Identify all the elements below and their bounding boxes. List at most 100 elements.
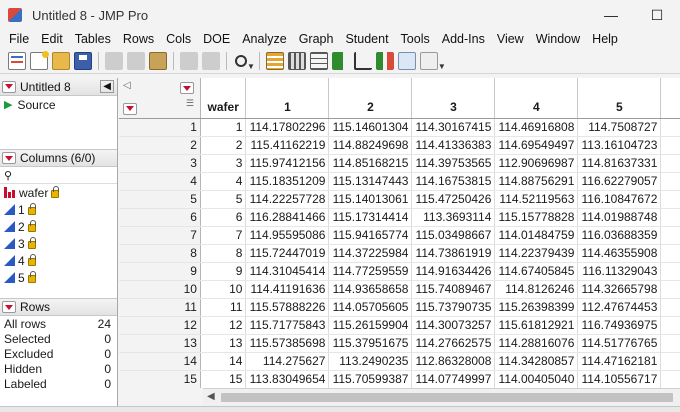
collapse-arrow-icon[interactable]: ◁ bbox=[123, 80, 131, 91]
table-cell[interactable]: 114.73861919 bbox=[411, 244, 496, 263]
fit-y-by-x-icon[interactable] bbox=[353, 51, 372, 70]
table-cell[interactable]: 114.41191636 bbox=[245, 280, 330, 299]
magnifier-icon[interactable] bbox=[235, 54, 247, 67]
rows-stat-labeled[interactable]: Labeled 0 bbox=[0, 376, 117, 391]
table-cell[interactable]: 115.74089467 bbox=[411, 280, 496, 299]
menu-doe[interactable]: DOE bbox=[197, 32, 236, 46]
table-cell[interactable]: 1 bbox=[200, 118, 247, 137]
column-item-wafer[interactable]: wafer bbox=[0, 184, 117, 201]
bar-chart-icon[interactable] bbox=[331, 51, 350, 70]
columns-panel-header[interactable]: Columns (6/0) bbox=[0, 149, 117, 167]
table-cell[interactable]: 114.22379439 bbox=[494, 244, 579, 263]
red-triangle-menu-icon[interactable] bbox=[2, 301, 16, 313]
table-cell[interactable]: 114.16753815 bbox=[411, 172, 496, 191]
menu-add-ins[interactable]: Add-Ins bbox=[436, 32, 491, 46]
table-cell[interactable]: 115.37951675 bbox=[328, 334, 413, 353]
table-cell[interactable]: 115.57385698 bbox=[245, 334, 330, 353]
row-number[interactable]: 15 bbox=[119, 370, 201, 388]
table-row[interactable]: 15 15 113.83049654 115.70599387 114.07749997… bbox=[119, 370, 680, 388]
table-cell[interactable]: 115.97412156 bbox=[245, 154, 330, 173]
table-cell[interactable]: 114.37225984 bbox=[328, 244, 413, 263]
table-cell[interactable]: 115.14013061 bbox=[328, 190, 413, 209]
table-cell[interactable]: 114.93658658 bbox=[328, 280, 413, 299]
table-cell[interactable]: 115.41162219 bbox=[245, 136, 330, 155]
table-cell[interactable]: 114.77259559 bbox=[328, 262, 413, 281]
minimize-button[interactable]: — bbox=[588, 0, 634, 30]
red-triangle-menu-icon[interactable] bbox=[2, 80, 16, 93]
row-header-corner[interactable]: ◁ ☰ bbox=[119, 78, 201, 119]
table-cell[interactable]: 114.28816076 bbox=[494, 334, 579, 353]
chevron-down-icon[interactable]: ▼ bbox=[438, 62, 446, 71]
table-cell[interactable]: 114.17802296 bbox=[245, 118, 330, 137]
table-cell[interactable]: 114.85168215 bbox=[328, 154, 413, 173]
row-number[interactable]: 11 bbox=[119, 298, 201, 317]
row-number[interactable]: 9 bbox=[119, 262, 201, 281]
paste-icon[interactable] bbox=[149, 51, 167, 70]
table-cell[interactable]: 114.46916808 bbox=[494, 118, 579, 137]
column-header-wafer[interactable]: wafer bbox=[200, 78, 247, 119]
table-cell[interactable]: 114.8126246 bbox=[494, 280, 579, 299]
table-cell[interactable]: 115.73790735 bbox=[411, 298, 496, 317]
table-cell[interactable]: 114.01484759 bbox=[494, 226, 579, 245]
column-header-1[interactable]: 1 bbox=[245, 78, 330, 119]
menu-help[interactable]: Help bbox=[586, 32, 624, 46]
table-row[interactable]: 14 14 114.275627 113.2490235 112.86328008 114… bbox=[119, 352, 680, 371]
table-cell[interactable]: 112.90696987 bbox=[494, 154, 579, 173]
row-number[interactable]: 7 bbox=[119, 226, 201, 245]
menu-window[interactable]: Window bbox=[530, 32, 586, 46]
menu-edit[interactable]: Edit bbox=[35, 32, 69, 46]
table-cell[interactable]: 112.47674453 bbox=[577, 298, 662, 317]
column-item-4[interactable]: 4 bbox=[0, 252, 117, 269]
column-item-1[interactable]: 1 bbox=[0, 201, 117, 218]
table-cell[interactable]: 4 bbox=[200, 172, 247, 191]
scroll-left-icon[interactable]: ◀ bbox=[207, 391, 215, 402]
table-row[interactable]: 12 12 115.71775843 115.26159904 114.30073257… bbox=[119, 316, 680, 335]
data-table-icon[interactable] bbox=[265, 51, 284, 70]
table-cell[interactable]: 115.17314414 bbox=[328, 208, 413, 227]
table-cell[interactable]: 116.03688359 bbox=[577, 226, 662, 245]
table-cell[interactable]: 6 bbox=[200, 208, 247, 227]
table-cell[interactable]: 113.2490235 bbox=[328, 352, 413, 371]
table-cell[interactable]: 115.70599387 bbox=[328, 370, 413, 388]
column-header-5[interactable]: 5 bbox=[577, 78, 662, 119]
table-cell[interactable]: 114.275627 bbox=[245, 352, 330, 371]
table-cell[interactable]: 115.57888226 bbox=[245, 298, 330, 317]
table-cell[interactable]: 114.34280857 bbox=[494, 352, 579, 371]
menu-tools[interactable]: Tools bbox=[395, 32, 436, 46]
source-script-row[interactable]: ▶ Source bbox=[0, 96, 117, 113]
menu-student[interactable]: Student bbox=[339, 32, 394, 46]
table-cell[interactable]: 115.26398399 bbox=[494, 298, 579, 317]
rows-stat-selected[interactable]: Selected 0 bbox=[0, 331, 117, 346]
table-cell[interactable]: 9 bbox=[200, 262, 247, 281]
graph-builder-icon[interactable] bbox=[397, 51, 416, 70]
table-cell[interactable]: 7 bbox=[200, 226, 247, 245]
rows-stat-excluded[interactable]: Excluded 0 bbox=[0, 346, 117, 361]
table-cell[interactable]: 116.62279057 bbox=[577, 172, 662, 191]
row-number[interactable]: 10 bbox=[119, 280, 201, 299]
table-cell[interactable]: 114.41336383 bbox=[411, 136, 496, 155]
table-cell[interactable]: 114.22257728 bbox=[245, 190, 330, 209]
table-row[interactable]: 5 5 114.22257728 115.14013061 115.47250426 11… bbox=[119, 190, 680, 209]
table-cell[interactable]: 114.10556717 bbox=[577, 370, 662, 388]
script-pencil-icon[interactable] bbox=[419, 51, 438, 70]
table-cell[interactable]: 115.72447019 bbox=[245, 244, 330, 263]
table-row[interactable]: 9 9 114.31045414 114.77259559 114.91634426 11… bbox=[119, 262, 680, 281]
chevron-down-icon[interactable]: ▼ bbox=[247, 62, 255, 71]
column-header-3[interactable]: 3 bbox=[411, 78, 496, 119]
table-cell[interactable]: 3 bbox=[200, 154, 247, 173]
table-cell[interactable]: 114.52119563 bbox=[494, 190, 579, 209]
table-cell[interactable]: 116.11329043 bbox=[577, 262, 662, 281]
row-number[interactable]: 13 bbox=[119, 334, 201, 353]
table-cell[interactable]: 115.14601304 bbox=[328, 118, 413, 137]
table-cell[interactable]: 8 bbox=[200, 244, 247, 263]
column-header-2[interactable]: 2 bbox=[328, 78, 413, 119]
table-cell[interactable]: 115.18351209 bbox=[245, 172, 330, 191]
rows-stat-hidden[interactable]: Hidden 0 bbox=[0, 361, 117, 376]
table-cell[interactable]: 114.88249698 bbox=[328, 136, 413, 155]
row-number[interactable]: 12 bbox=[119, 316, 201, 335]
row-number[interactable]: 2 bbox=[119, 136, 201, 155]
row-number[interactable]: 3 bbox=[119, 154, 201, 173]
column-header-4[interactable]: 4 bbox=[494, 78, 579, 119]
table-cell[interactable]: 113.16104723 bbox=[577, 136, 662, 155]
table-row[interactable]: 4 4 115.18351209 115.13147443 114.16753815 11… bbox=[119, 172, 680, 191]
